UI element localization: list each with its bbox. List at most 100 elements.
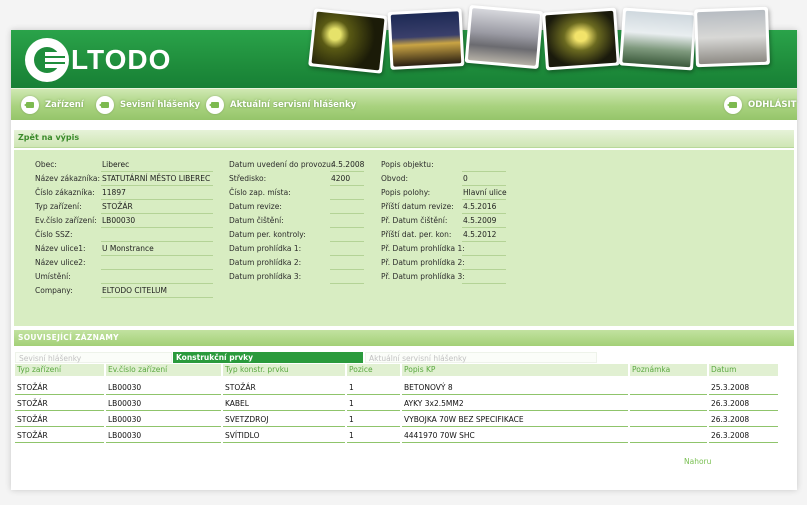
header-photo-2 — [387, 8, 465, 70]
field-value: STATUTÁRNÍ MĚSTO LIBEREC — [102, 174, 211, 183]
detail-field: Příští datum revize: 4.5.2016 — [381, 200, 531, 214]
field-value: 4.5.2009 — [463, 216, 497, 225]
field-label: Název zákazníka: — [35, 174, 101, 183]
street-night-photo — [311, 11, 385, 71]
tunnel-photo — [545, 10, 617, 68]
detail-field: Datum čištění: — [229, 214, 379, 228]
detail-field: Datum uvedení do provozu: 4.5.2008 — [229, 158, 379, 172]
table-cell: STOŽÁR — [15, 430, 104, 443]
logo-text: LTODO — [71, 44, 172, 75]
column-header[interactable]: Ev.číslo zařízení — [106, 364, 221, 376]
arrow-left-icon — [206, 96, 224, 114]
logout-arrow-icon — [724, 96, 742, 114]
detail-field: Středisko: 4200 — [229, 172, 379, 186]
column-header[interactable]: Typ konstr. prvku — [223, 364, 345, 376]
field-label: Příští datum revize: — [381, 202, 454, 211]
parking-meter-photo — [697, 9, 767, 65]
detail-field: Popis polohy: Hlavní ulice — [381, 186, 531, 200]
detail-field: Umístění: — [35, 270, 235, 284]
field-value: U Monstrance — [102, 244, 154, 253]
header-photo-5 — [619, 7, 697, 71]
column-header[interactable]: Datum — [709, 364, 778, 376]
detail-field: Číslo zap. místa: — [229, 186, 379, 200]
column-header[interactable]: Typ zařízení — [15, 364, 104, 376]
table-cell — [630, 398, 707, 411]
logo-e-mark-icon — [25, 38, 69, 82]
table-row[interactable]: STOŽÁR LB00030 KABEL 1 AYKY 3x2.5MM2 26.… — [15, 396, 785, 412]
field-label: Datum revize: — [229, 202, 282, 211]
field-label: Př. Datum prohlídka 1: — [381, 244, 465, 253]
table-cell: KABEL — [223, 398, 345, 411]
field-value: Liberec — [102, 160, 130, 169]
field-label: Datum prohlídka 1: — [229, 244, 302, 253]
detail-field: Př. Datum prohlídka 1: — [381, 242, 531, 256]
column-header[interactable]: Popis KP — [402, 364, 628, 376]
app-frame: LTODO Zařízení Sevisní hlášenky Aktuální… — [11, 4, 797, 490]
back-to-top-link[interactable]: Nahoru — [684, 457, 711, 466]
field-label: Středisko: — [229, 174, 267, 183]
field-label: Př. Datum čištění: — [381, 216, 448, 225]
table-cell: LB00030 — [106, 430, 221, 443]
detail-field: Datum prohlídka 2: — [229, 256, 379, 270]
header-photo-6 — [694, 6, 770, 68]
field-label: Název ulice1: — [35, 244, 86, 253]
table-cell: 1 — [347, 382, 400, 395]
detail-field: Company: ELTODO CITELUM — [35, 284, 235, 298]
related-tabs: Sevisní hlášenky Konstrukční prvky Aktuá… — [15, 352, 605, 363]
table-cell: LB00030 — [106, 382, 221, 395]
page: LTODO Zařízení Sevisní hlášenky Aktuální… — [0, 0, 807, 505]
detail-field: Př. Datum prohlídka 3: — [381, 270, 531, 284]
detail-field: Obec: Liberec — [35, 158, 235, 172]
tab-aktualni-servisni-hlasenky[interactable]: Aktuální servisní hlášenky — [365, 352, 597, 363]
table-cell: 1 — [347, 414, 400, 427]
table-cell: 1 — [347, 398, 400, 411]
nav-item-zarizeni[interactable]: Zařízení — [21, 95, 84, 115]
related-records-title: SOUVISEJÍCÍ ZÁZNAMY — [18, 333, 119, 342]
table-cell: 1 — [347, 430, 400, 443]
field-label: Číslo zap. místa: — [229, 188, 291, 197]
table-cell: LB00030 — [106, 414, 221, 427]
field-label: Popis objektu: — [381, 160, 434, 169]
detail-field: Datum per. kontroly: — [229, 228, 379, 242]
detail-column-1: Obec: Liberec Název zákazníka: STATUTÁRNÍ … — [35, 158, 235, 298]
field-label: Př. Datum prohlídka 2: — [381, 258, 465, 267]
detail-field: Ev.číslo zařízení: LB00030 — [35, 214, 235, 228]
tab-konstrukcni-prvky[interactable]: Konstrukční prvky — [173, 352, 363, 363]
detail-field: Název ulice1: U Monstrance — [35, 242, 235, 256]
table-cell: SVÍTIDLO — [223, 430, 345, 443]
table-cell: 4441970 70W SHC — [402, 430, 628, 443]
column-header[interactable]: Pozice — [347, 364, 400, 376]
field-label: Datum čištění: — [229, 216, 284, 225]
field-label: Obvod: — [381, 174, 408, 183]
field-label: Datum prohlídka 3: — [229, 272, 302, 281]
header-photo-4 — [542, 7, 620, 71]
eltodo-logo[interactable]: LTODO — [25, 38, 171, 82]
field-underline — [330, 283, 364, 284]
table-cell: STOŽÁR — [223, 382, 345, 395]
detail-field: Datum prohlídka 1: — [229, 242, 379, 256]
table-row[interactable]: STOŽÁR LB00030 SVÍTIDLO 1 4441970 70W SH… — [15, 428, 785, 444]
detail-field: Př. Datum čištění: 4.5.2009 — [381, 214, 531, 228]
field-label: Př. Datum prohlídka 3: — [381, 272, 465, 281]
detail-field: Popis objektu: — [381, 158, 531, 172]
nav-item-label: Zařízení — [45, 100, 84, 110]
table-cell: STOŽÁR — [15, 382, 104, 395]
table-cell: LB00030 — [106, 398, 221, 411]
table-header: Typ zařízení Ev.číslo zařízení Typ konst… — [15, 364, 785, 380]
header-photo-1 — [308, 8, 388, 74]
table-row[interactable]: STOŽÁR LB00030 STOŽÁR 1 BETONOVÝ 8 25.3.… — [15, 380, 785, 396]
field-label: Číslo zákazníka: — [35, 188, 95, 197]
gas-station-photo — [622, 10, 694, 68]
field-label: Ev.číslo zařízení: — [35, 216, 97, 225]
table-row[interactable]: STOŽÁR LB00030 SVETZDROJ 1 VYBOJKA 70W B… — [15, 412, 785, 428]
logout-label: ODHLÁSIT — [748, 100, 797, 110]
column-header[interactable]: Poznámka — [630, 364, 707, 376]
field-value: 4.5.2008 — [331, 160, 365, 169]
nav-item-aktualni-servisni-hlasenky[interactable]: Aktuální servisní hlášenky — [206, 95, 356, 115]
tab-servisni-hlasenky[interactable]: Sevisní hlášenky — [15, 352, 172, 363]
detail-field: Číslo zákazníka: 11897 — [35, 186, 235, 200]
logout-button[interactable]: ODHLÁSIT — [724, 95, 796, 115]
back-to-list-link[interactable]: Zpět na výpis — [18, 133, 79, 142]
nav-item-servisni-hlasenky[interactable]: Sevisní hlášenky — [96, 95, 200, 115]
field-value: Hlavní ulice — [463, 188, 507, 197]
